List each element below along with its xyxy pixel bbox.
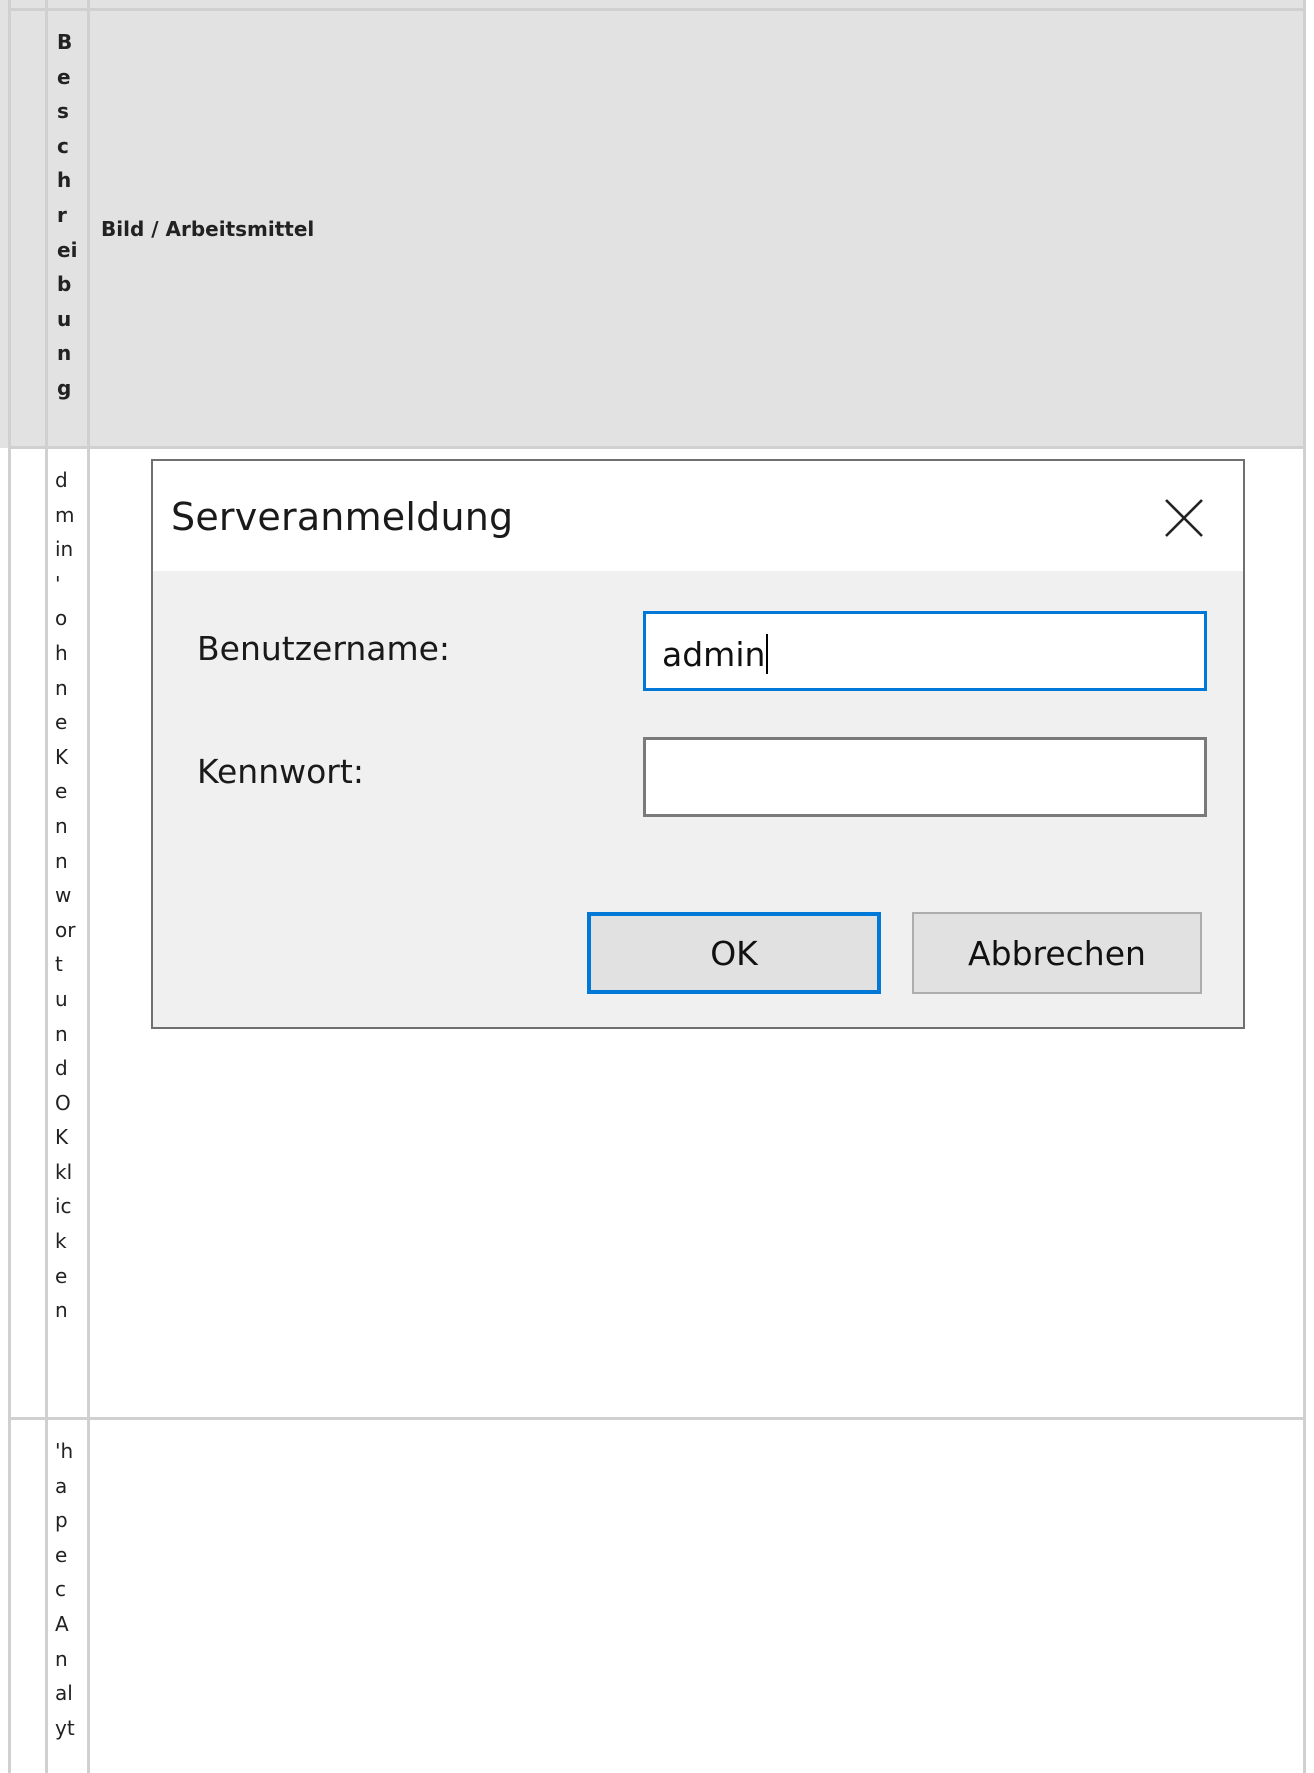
desc-char: c xyxy=(55,1577,66,1602)
desc-char: 'h xyxy=(55,1439,74,1463)
dialog-title: Serveranmeldung xyxy=(171,495,514,539)
header-description-label: B e s c h r ei b u n g xyxy=(57,25,77,406)
desc-char: K xyxy=(55,744,69,769)
desc-char: e xyxy=(55,710,68,735)
desc-char: e xyxy=(55,1263,68,1288)
desc-char: n xyxy=(55,1021,68,1046)
label-char: e xyxy=(57,64,71,89)
desc-char: ic xyxy=(55,1194,72,1219)
desc-char: t xyxy=(55,952,63,977)
desc-char: n xyxy=(55,1298,68,1323)
table: B e s c h r ei b u n g Bild / Arbeitsmit… xyxy=(0,0,1314,1773)
label-char: h xyxy=(57,168,72,193)
table-border-row1 xyxy=(8,446,1306,449)
desc-char: m xyxy=(55,502,75,527)
desc-char: u xyxy=(55,986,68,1011)
desc-char: n xyxy=(55,813,68,838)
desc-char: kl xyxy=(55,1159,73,1184)
label-char: g xyxy=(57,375,72,400)
password-label: Kennwort: xyxy=(197,752,364,791)
desc-char: w xyxy=(55,883,72,908)
row1-description: d m in ' o h n e K e n n w or t u n d O … xyxy=(55,463,75,1328)
desc-char: n xyxy=(55,675,68,700)
close-icon-glyph xyxy=(1165,499,1203,537)
desc-char: n xyxy=(55,1646,68,1671)
password-input[interactable] xyxy=(643,737,1207,817)
table-border-col1 xyxy=(45,0,48,1773)
label-char: ei xyxy=(57,237,78,262)
close-icon[interactable] xyxy=(1163,497,1205,539)
desc-char: p xyxy=(55,1508,68,1533)
row2-description: 'h a p e c A n al yt xyxy=(55,1434,75,1745)
table-border-row2 xyxy=(8,1417,1306,1420)
table-border-col2 xyxy=(87,0,90,1773)
table-border-right xyxy=(1303,0,1306,1773)
desc-char: e xyxy=(55,779,68,804)
cancel-button[interactable]: Abbrechen xyxy=(912,912,1202,994)
desc-char: a xyxy=(55,1473,68,1498)
label-char: u xyxy=(57,306,72,331)
label-char: c xyxy=(57,133,69,158)
server-login-dialog: Serveranmeldung Benutzername: admin Kenn… xyxy=(151,459,1245,1029)
ok-button[interactable]: OK xyxy=(587,912,881,994)
desc-char: n xyxy=(55,848,68,873)
desc-char: d xyxy=(55,1056,68,1081)
desc-char: k xyxy=(55,1229,67,1254)
desc-char: ' xyxy=(55,571,61,596)
desc-char: in xyxy=(55,537,74,562)
desc-char: d xyxy=(55,468,68,492)
desc-char: al xyxy=(55,1681,73,1706)
desc-char: yt xyxy=(55,1715,75,1740)
text-caret xyxy=(766,634,769,674)
username-label: Benutzername: xyxy=(197,629,451,668)
desc-char: A xyxy=(55,1611,69,1636)
label-char: r xyxy=(57,202,67,227)
desc-char: h xyxy=(55,640,68,665)
label-char: n xyxy=(57,341,72,366)
username-input[interactable]: admin xyxy=(643,611,1207,691)
desc-char: O xyxy=(55,1090,71,1115)
desc-char: o xyxy=(55,606,68,631)
desc-char: e xyxy=(55,1542,68,1567)
label-char: s xyxy=(57,99,69,124)
username-text: admin xyxy=(662,635,766,674)
username-value: admin xyxy=(662,634,769,674)
desc-char: K xyxy=(55,1125,69,1150)
header-image-label: Bild / Arbeitsmittel xyxy=(101,217,315,241)
table-border-left xyxy=(8,0,11,1773)
desc-char: or xyxy=(55,917,76,942)
label-char: b xyxy=(57,272,72,297)
dialog-titlebar: Serveranmeldung xyxy=(153,461,1243,571)
label-char: B xyxy=(57,30,73,54)
table-border-top xyxy=(8,8,1306,11)
